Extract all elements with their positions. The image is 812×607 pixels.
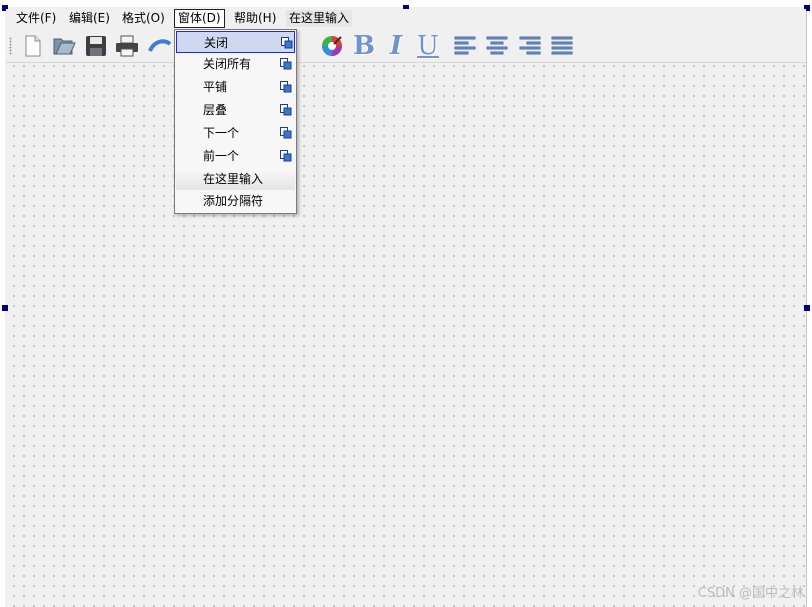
action-icon: [280, 150, 292, 162]
menu-item-next[interactable]: 下一个: [176, 122, 295, 144]
action-icon: [280, 127, 292, 139]
menu-help[interactable]: 帮助(H): [231, 10, 279, 27]
menu-edit[interactable]: 编辑(E): [66, 10, 113, 27]
align-right-icon[interactable]: [517, 33, 543, 59]
menu-format[interactable]: 格式(O): [119, 10, 168, 27]
underline-icon: U: [417, 31, 439, 61]
align-left-icon[interactable]: [452, 33, 478, 59]
resize-handle-mid-right[interactable]: [804, 305, 810, 311]
menu-item-add-separator[interactable]: 添加分隔符: [176, 190, 295, 212]
italic-icon: I: [389, 31, 403, 61]
action-icon: [281, 37, 293, 49]
justify-icon[interactable]: [549, 33, 575, 59]
undo-icon[interactable]: [147, 33, 173, 59]
menu-file[interactable]: 文件(F): [13, 10, 59, 27]
save-icon[interactable]: [83, 33, 109, 59]
action-icon: [280, 81, 292, 93]
toolbar: B I U: [6, 29, 806, 63]
menu-item-close-all[interactable]: 关闭所有: [176, 53, 295, 75]
menu-item-tile[interactable]: 平铺: [176, 76, 295, 98]
color-palette-icon[interactable]: [319, 33, 345, 59]
open-folder-icon[interactable]: [51, 33, 77, 59]
menu-item-close[interactable]: 关闭: [176, 31, 295, 53]
menu-item-cascade[interactable]: 层叠: [176, 99, 295, 121]
resize-handle-mid-left[interactable]: [2, 305, 8, 311]
bold-button[interactable]: B: [351, 33, 377, 59]
action-icon: [280, 104, 292, 116]
italic-button[interactable]: I: [383, 33, 409, 59]
underline-button[interactable]: U: [415, 33, 441, 59]
bold-icon: B: [353, 31, 375, 61]
menu-item-type-here[interactable]: 在这里输入: [176, 168, 295, 190]
menu-bar: 文件(F) 编辑(E) 格式(O) 窗体(D) 帮助(H) 在这里输入: [6, 9, 806, 29]
menu-item-previous[interactable]: 前一个: [176, 145, 295, 167]
window-menu-dropdown: 关闭 关闭所有 平铺 层叠 下一个 前一个 在这里输入 添加分隔符: [174, 29, 297, 214]
toolbar-grip[interactable]: [9, 37, 12, 55]
new-file-icon[interactable]: [20, 33, 46, 59]
menu-window[interactable]: 窗体(D): [174, 9, 225, 28]
align-center-icon[interactable]: [484, 33, 510, 59]
menu-type-here[interactable]: 在这里输入: [286, 10, 353, 27]
designer-form: [5, 7, 807, 607]
watermark: CSDN @国中之林: [697, 586, 804, 601]
action-icon: [280, 58, 292, 70]
print-icon[interactable]: [114, 33, 140, 59]
